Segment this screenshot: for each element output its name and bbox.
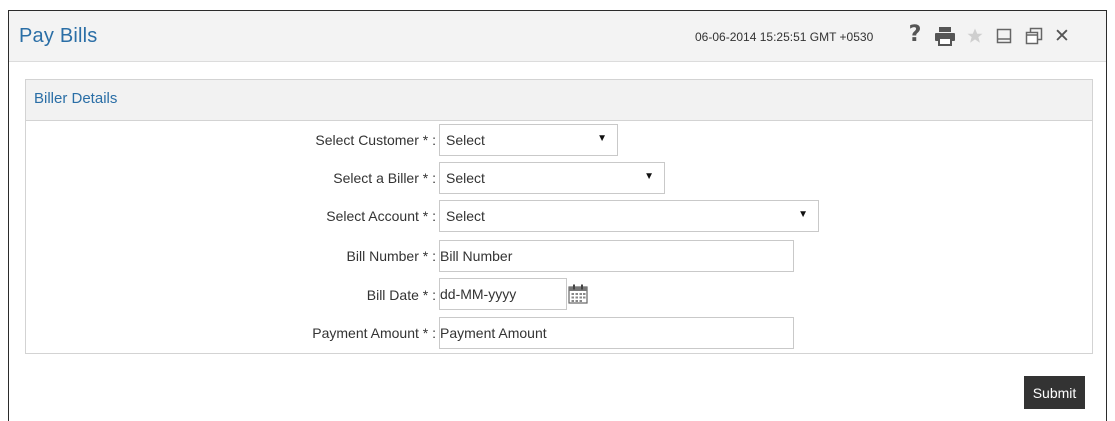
bill-number-input[interactable]: Bill Number: [439, 240, 794, 272]
restore-icon[interactable]: [1025, 25, 1043, 47]
calendar-icon[interactable]: [567, 283, 589, 305]
biller-select-value: Select: [446, 170, 485, 186]
payment-amount-placeholder: Payment Amount: [440, 325, 547, 341]
bill-date-label: Bill Date * :: [366, 287, 436, 303]
close-icon[interactable]: ✕: [1053, 25, 1071, 47]
bill-number-label: Bill Number * :: [346, 248, 436, 264]
bill-date-placeholder: dd-MM-yyyy: [440, 286, 517, 302]
account-label: Select Account * :: [326, 208, 436, 224]
pay-bills-window: Pay Bills 06-06-2014 15:25:51 GMT +0530 …: [8, 10, 1107, 421]
chevron-down-icon: ▼: [597, 133, 607, 144]
window-titlebar: Pay Bills 06-06-2014 15:25:51 GMT +0530 …: [9, 11, 1106, 62]
customer-select[interactable]: Select ▼: [439, 124, 618, 156]
customer-select-value: Select: [446, 132, 485, 148]
biller-label: Select a Biller * :: [333, 170, 436, 186]
biller-select[interactable]: Select ▼: [439, 162, 665, 194]
payment-amount-label: Payment Amount * :: [312, 325, 436, 341]
help-icon[interactable]: ?: [907, 24, 923, 46]
star-icon[interactable]: [966, 25, 984, 47]
chevron-down-icon: ▼: [644, 171, 654, 182]
minimize-icon[interactable]: [995, 25, 1013, 47]
submit-button[interactable]: Submit: [1024, 376, 1085, 409]
account-select[interactable]: Select ▼: [439, 200, 819, 232]
print-icon[interactable]: [934, 25, 956, 47]
biller-details-panel: Biller Details Select Customer * : Selec…: [25, 79, 1093, 354]
bill-date-input[interactable]: dd-MM-yyyy: [439, 278, 567, 310]
timestamp: 06-06-2014 15:25:51 GMT +0530: [695, 30, 874, 44]
account-select-value: Select: [446, 208, 485, 224]
chevron-down-icon: ▼: [798, 209, 808, 220]
section-title: Biller Details: [34, 90, 118, 107]
section-header: Biller Details: [26, 80, 1092, 121]
customer-label: Select Customer * :: [315, 132, 436, 148]
bill-number-placeholder: Bill Number: [440, 248, 513, 264]
page-title: Pay Bills: [19, 25, 98, 47]
payment-amount-input[interactable]: Payment Amount: [439, 317, 794, 349]
